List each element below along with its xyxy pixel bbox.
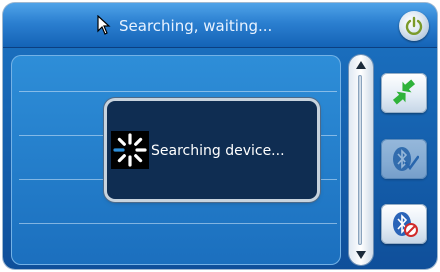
reconnect-button[interactable] <box>381 73 427 113</box>
bluetooth-off-button[interactable] <box>381 204 427 244</box>
loading-spinner-icon <box>111 131 149 169</box>
list-divider <box>19 91 337 92</box>
list-divider <box>19 223 337 224</box>
window-title: Searching, waiting... <box>119 17 273 35</box>
power-button[interactable] <box>399 11 429 41</box>
searching-dialog: Searching device... <box>107 101 317 199</box>
device-screen: Searching, waiting... Searching device..… <box>3 3 437 269</box>
dialog-message: Searching device... <box>151 143 285 159</box>
reconnect-arrows-icon <box>392 79 416 105</box>
power-icon <box>405 16 423 35</box>
scrollbar[interactable] <box>349 55 373 265</box>
arrow-down-icon[interactable] <box>355 249 367 261</box>
bluetooth-check-icon <box>393 147 419 171</box>
cursor-arrow-icon <box>97 15 111 35</box>
title-bar: Searching, waiting... <box>3 3 437 48</box>
bluetooth-connect-button[interactable] <box>381 139 427 179</box>
arrow-up-icon[interactable] <box>355 59 367 71</box>
scroll-track[interactable] <box>358 75 362 245</box>
bluetooth-off-icon <box>393 212 418 237</box>
